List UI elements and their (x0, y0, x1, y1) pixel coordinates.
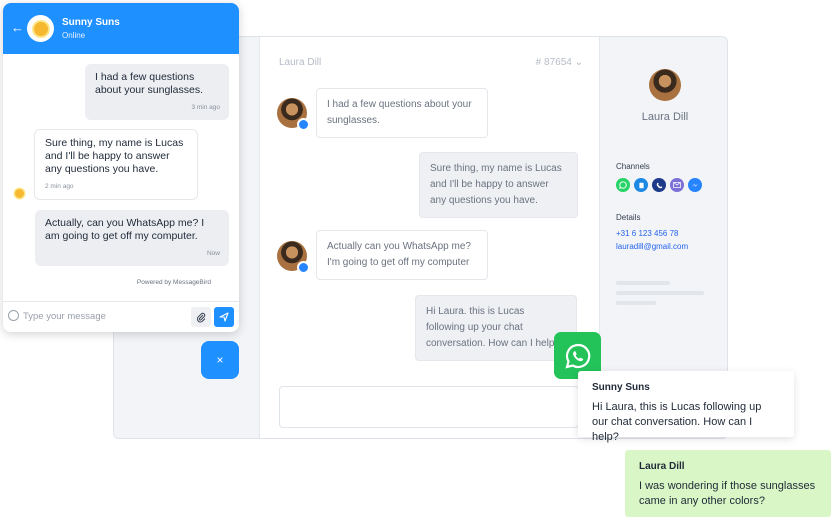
widget-message-in: Sure thing, my name is Lucas and I'll be… (34, 129, 198, 200)
chevron-down-icon: ⌄ (574, 57, 583, 68)
powered-by-label: Powered by MessageBird (136, 279, 211, 286)
message-time: 2 min ago (45, 183, 74, 190)
message-input[interactable]: Type your message (23, 311, 106, 322)
widget-message-out: I had a few questions about your sunglas… (85, 64, 229, 120)
message-text: I had a few questions about your sunglas… (95, 71, 203, 96)
close-widget-button[interactable]: × (201, 341, 239, 379)
conversation-panel: Laura Dill # 87654 ⌄ I had a few questio… (259, 37, 600, 438)
sender-name: Laura Dill (639, 461, 685, 472)
message-text: Sure thing, my name is Lucas and I'll be… (45, 137, 184, 175)
message-text: Hi Laura. this is Lucas following up you… (426, 306, 560, 349)
channel-list (616, 178, 702, 192)
paperclip-icon[interactable] (191, 307, 211, 327)
placeholder-bar (616, 281, 670, 285)
placeholder-bar (616, 301, 656, 305)
ticket-id: # 87654 (535, 57, 572, 68)
conversation-header: Laura Dill # 87654 ⌄ (279, 57, 583, 68)
message-time: Now (206, 250, 220, 257)
emoji-icon[interactable] (8, 310, 19, 321)
chat-channel-icon (297, 118, 310, 131)
conversation-message-out: Hi Laura. this is Lucas following up you… (415, 295, 577, 361)
send-icon[interactable] (214, 307, 234, 327)
whatsapp-agent-message: Sunny Suns Hi Laura, this is Lucas follo… (578, 371, 794, 443)
sun-icon (33, 21, 48, 36)
message-text: I had a few questions about your sunglas… (327, 99, 472, 126)
whatsapp-icon[interactable] (616, 178, 630, 192)
ticket-number[interactable]: # 87654 ⌄ (536, 57, 583, 68)
conversation-message-in: I had a few questions about your sunglas… (316, 88, 488, 138)
conversation-message-out: Sure thing, my name is Lucas and I'll be… (419, 152, 578, 218)
message-text: Actually, can you WhatsApp me? I am goin… (45, 217, 205, 242)
phone-icon[interactable] (652, 178, 666, 192)
widget-header: ← Sunny Suns Online (3, 3, 239, 54)
chat-channel-icon (297, 261, 310, 274)
message-text: Hi Laura, this is Lucas following up our… (592, 401, 762, 443)
widget-composer: Type your message (3, 301, 239, 332)
reply-input[interactable] (279, 386, 579, 428)
message-text: I was wondering if those sunglasses came… (639, 480, 816, 507)
message-time: 3 min ago (191, 104, 220, 111)
details-label: Details (616, 213, 641, 222)
channels-label: Channels (616, 162, 650, 171)
contact-avatar (649, 69, 681, 101)
sender-name: Sunny Suns (592, 382, 650, 393)
back-arrow-icon[interactable]: ← (11, 20, 24, 35)
contact-avatar (277, 241, 310, 274)
chat-widget: ← Sunny Suns Online I had a few question… (3, 3, 239, 332)
whatsapp-customer-message: Laura Dill I was wondering if those sung… (625, 450, 831, 517)
message-text: Sure thing, my name is Lucas and I'll be… (430, 163, 562, 206)
placeholder-bar (616, 291, 704, 295)
contact-avatar (277, 98, 310, 131)
contact-email[interactable]: lauradill@gmail.com (616, 242, 688, 251)
widget-status: Online (62, 31, 86, 40)
messenger-icon[interactable] (688, 178, 702, 192)
email-icon[interactable] (670, 178, 684, 192)
message-text: Actually can you WhatsApp me? I'm going … (327, 241, 471, 268)
sms-icon[interactable] (634, 178, 648, 192)
conversation-message-in: Actually can you WhatsApp me? I'm going … (316, 230, 488, 280)
widget-title: Sunny Suns (62, 17, 120, 28)
contact-phone[interactable]: +31 6 123 456 78 (616, 229, 679, 238)
conversation-contact-name: Laura Dill (279, 57, 322, 68)
agent-avatar (15, 189, 24, 198)
contact-name: Laura Dill (641, 111, 689, 123)
widget-message-out: Actually, can you WhatsApp me? I am goin… (35, 210, 229, 266)
brand-logo (27, 15, 54, 42)
